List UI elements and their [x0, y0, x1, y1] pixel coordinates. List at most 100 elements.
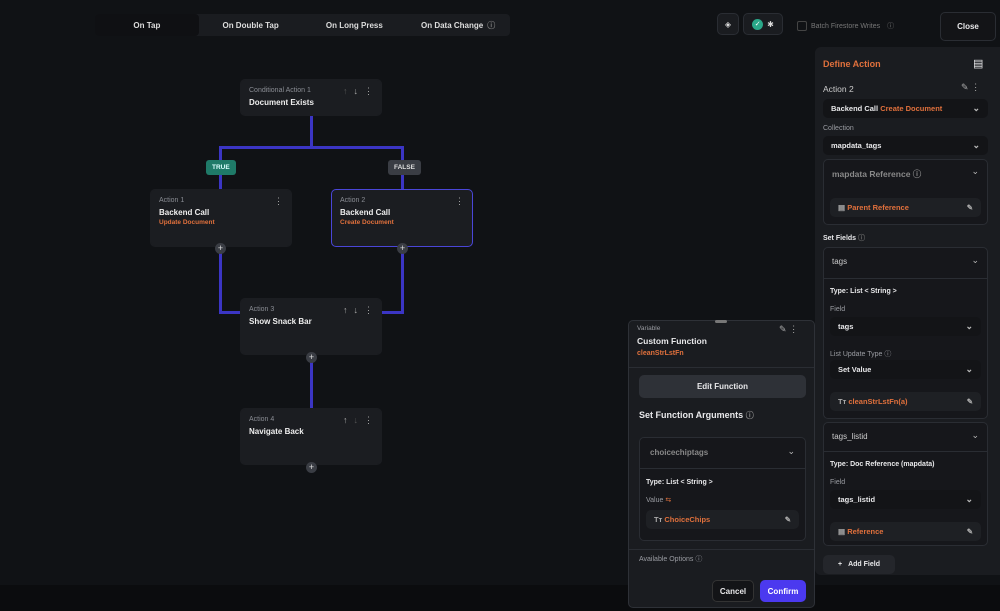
drag-handle[interactable] [715, 320, 727, 323]
arrow-up-icon[interactable]: ↑ [343, 86, 348, 97]
info-icon: ⓘ [695, 556, 703, 563]
more-icon[interactable]: ⋮ [274, 196, 283, 207]
node-title: Backend Call [340, 208, 391, 217]
action-2-node[interactable]: Action 2 Backend Call Create Document ⋮ [331, 189, 473, 247]
edit-icon[interactable]: ✎ [779, 324, 787, 334]
value-text: Reference [847, 527, 884, 536]
field-name: tags_listid [832, 432, 868, 441]
document-icon: ▤ [838, 527, 846, 536]
arrow-down-icon[interactable]: ↓ [354, 305, 359, 316]
more-icon[interactable]: ⋮ [364, 305, 373, 316]
add-action-button[interactable]: + [397, 243, 408, 254]
field-card-tags-listid: tags_listid ⌄ Type: Doc Reference (mapda… [823, 422, 988, 546]
more-icon[interactable]: ⋮ [789, 324, 798, 334]
arg-type: Type: List < String > [646, 479, 713, 486]
chevron-down-icon[interactable]: ⌄ [971, 255, 979, 266]
arg-value: ChoiceChips [664, 515, 711, 524]
field-card-tags: tags ⌄ Type: List < String > Field tags ⌄… [823, 247, 988, 419]
chevron-down-icon[interactable]: ⌄ [971, 166, 979, 177]
args-title: Set Function Arguments [639, 410, 744, 420]
collection-dropdown[interactable]: mapdata_tags ⌄ [823, 136, 988, 155]
action-3-node[interactable]: Action 3 Show Snack Bar ↑ ↓ ⋮ [240, 298, 382, 355]
trigger-tabs: On Tap On Double Tap On Long Press On Da… [95, 14, 510, 36]
argument-card: choicechiptags ⌄ Type: List < String > V… [639, 437, 806, 541]
cancel-button[interactable]: Cancel [712, 580, 754, 602]
confirm-button[interactable]: Confirm [760, 580, 806, 602]
info-icon: ⓘ [912, 169, 922, 179]
checkbox[interactable] [797, 21, 807, 31]
plus-icon: + [838, 561, 843, 568]
edit-function-button[interactable]: Edit Function [639, 375, 806, 398]
more-icon[interactable]: ⋮ [971, 82, 980, 92]
arrow-down-icon[interactable]: ↓ [354, 86, 359, 97]
field-label: Field [830, 479, 846, 486]
edit-icon[interactable]: ✎ [961, 82, 969, 92]
node-subtitle: Create Document [340, 219, 394, 226]
action-type: Backend Call [831, 104, 879, 113]
action-4-node[interactable]: Action 4 Navigate Back ↑ ↓ ⋮ [240, 408, 382, 465]
action-name: Action 2 [823, 84, 854, 94]
ref-label: mapdata Reference [832, 169, 911, 179]
clipboard-icon[interactable]: ▤ [973, 57, 983, 70]
batch-label: Batch Firestore Writes [811, 22, 881, 30]
panel-title: Define Action [823, 59, 881, 69]
action-type-dropdown[interactable]: Backend Call Create Document ⌄ [823, 99, 988, 118]
chevron-down-icon: ⌄ [965, 321, 973, 331]
tab-on-double-tap[interactable]: On Double Tap [199, 14, 303, 36]
chevron-down-icon: ⌄ [965, 364, 973, 374]
field-value: tags [838, 322, 854, 331]
function-name: cleanStrLstFn [637, 350, 684, 357]
text-icon: Tт [838, 397, 847, 406]
debug-status-button[interactable]: ✓ ✱ [743, 13, 783, 35]
gem-button[interactable]: ◈ [717, 13, 739, 35]
collection-value: mapdata_tags [831, 141, 882, 150]
action-1-node[interactable]: Action 1 Backend Call Update Document ⋮ [150, 189, 292, 247]
info-icon: ⓘ [858, 235, 866, 242]
add-action-button[interactable]: + [306, 352, 317, 363]
tab-on-long-press[interactable]: On Long Press [303, 14, 407, 36]
tab-on-data-change[interactable]: On Data Change ⓘ [406, 14, 510, 36]
edit-icon[interactable]: ✎ [785, 515, 791, 524]
node-label: Action 1 [159, 197, 185, 204]
field-value: tags_listid [838, 495, 876, 504]
arg-value-field[interactable]: Tт ChoiceChips ✎ [646, 510, 799, 529]
field-type: Type: Doc Reference (mapdata) [830, 461, 935, 468]
update-type-dropdown[interactable]: Set Value ⌄ [830, 360, 981, 379]
edit-icon[interactable]: ✎ [967, 203, 973, 212]
conditional-action-node[interactable]: Conditional Action 1 Document Exists ↑ ↓ ⋮ [240, 79, 382, 116]
update-type-value: Set Value [838, 365, 872, 374]
close-button[interactable]: Close [940, 12, 996, 41]
arg-name: choicechiptags [650, 448, 709, 457]
chevron-down-icon[interactable]: ⌄ [971, 430, 979, 441]
custom-function-popup: Variable ✎ ⋮ Custom Function cleanStrLst… [628, 320, 815, 608]
more-icon[interactable]: ⋮ [364, 86, 373, 97]
arrow-down-icon[interactable]: ↓ [354, 415, 359, 426]
arrow-up-icon[interactable]: ↑ [343, 415, 348, 426]
reference-field[interactable]: ▤ Reference ✎ [830, 522, 981, 541]
parent-reference-field[interactable]: ▤ Parent Reference ✎ [830, 198, 981, 217]
edit-icon[interactable]: ✎ [967, 527, 973, 536]
more-icon[interactable]: ⋮ [364, 415, 373, 426]
value-field[interactable]: Tт cleanStrLstFn(a) ✎ [830, 392, 981, 411]
tab-on-tap[interactable]: On Tap [95, 14, 199, 36]
chevron-down-icon[interactable]: ⌄ [787, 446, 795, 457]
add-field-button[interactable]: + Add Field [823, 555, 895, 574]
field-name: tags [832, 257, 848, 266]
more-icon[interactable]: ⋮ [455, 196, 464, 207]
popup-kind: Variable [637, 325, 661, 332]
update-type-label: List Update Type [830, 351, 883, 358]
add-action-button[interactable]: + [306, 462, 317, 473]
field-dropdown[interactable]: tags ⌄ [830, 317, 981, 336]
action-subtype: Create Document [880, 104, 943, 113]
arrow-up-icon[interactable]: ↑ [343, 305, 348, 316]
node-label: Action 2 [340, 197, 366, 204]
add-action-button[interactable]: + [215, 243, 226, 254]
chevron-down-icon: ⌄ [972, 103, 980, 113]
false-badge: FALSE [388, 160, 421, 175]
field-dropdown[interactable]: tags_listid ⌄ [830, 490, 981, 509]
edit-icon[interactable]: ✎ [967, 397, 973, 406]
info-icon: ⓘ [745, 411, 754, 420]
batch-writes-toggle[interactable]: Batch Firestore Writes ⓘ [797, 21, 894, 31]
gem-icon: ◈ [724, 19, 732, 29]
settings-sliders-icon[interactable]: ⇆ [665, 497, 671, 504]
